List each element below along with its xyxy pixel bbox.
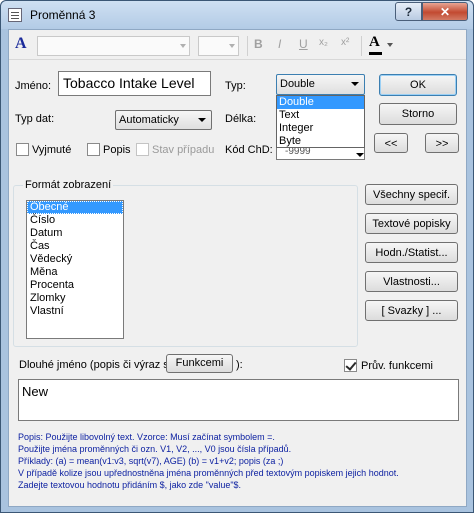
- case-state-checkbox: [136, 143, 149, 156]
- text-labels-button[interactable]: Textové popisky: [365, 213, 458, 234]
- format-item-custom[interactable]: Vlastní: [27, 305, 123, 318]
- type-option-double[interactable]: Double: [277, 96, 364, 109]
- chevron-down-icon[interactable]: [356, 153, 364, 157]
- window-icon: [8, 8, 22, 22]
- type-combo[interactable]: Double: [276, 74, 365, 95]
- window-title: Proměnná 3: [30, 8, 96, 22]
- properties-button[interactable]: Vlastnosti...: [365, 271, 458, 292]
- format-group-label: Formát zobrazení: [23, 179, 114, 191]
- length-label: Délka:: [225, 113, 257, 125]
- chevron-down-icon: [198, 118, 206, 122]
- all-specs-button[interactable]: Všechny specif.: [365, 184, 458, 205]
- format-item-currency[interactable]: Měna: [27, 266, 123, 279]
- chevron-down-icon: [351, 82, 359, 86]
- links-button[interactable]: [ Svazky ] ...: [365, 300, 458, 321]
- name-label: Jméno:: [15, 80, 52, 92]
- font-color-icon[interactable]: A: [369, 34, 380, 51]
- previous-variable-button[interactable]: <<: [374, 133, 408, 153]
- toolbar-divider: [361, 36, 362, 56]
- help-text-line: Zadejte textovou hodnotu přidáním $, jak…: [18, 480, 242, 490]
- close-button[interactable]: ✕: [422, 2, 468, 21]
- type-dropdown-list[interactable]: Double Text Integer Byte: [276, 95, 365, 148]
- help-text-line: V případě kolize jsou upřednostněna jmén…: [18, 468, 399, 478]
- excluded-checkbox[interactable]: [16, 143, 29, 156]
- font-size-combo[interactable]: [198, 36, 239, 56]
- chevron-down-icon[interactable]: [387, 43, 393, 47]
- type-option-byte[interactable]: Byte: [277, 135, 364, 148]
- format-item-percent[interactable]: Procenta: [27, 279, 123, 292]
- help-text-line: Použijte jména proměnných či ozn. V1, V2…: [18, 444, 292, 454]
- type-option-text[interactable]: Text: [277, 109, 364, 122]
- type-label: Typ:: [225, 80, 246, 92]
- excluded-label: Vyjmuté: [32, 144, 72, 156]
- help-text-line: Příklady: (a) = mean(v1:v3, sqrt(v7), AG…: [18, 456, 284, 466]
- title-bar[interactable]: Proměnná 3 ? ✕: [1, 1, 473, 29]
- type-combo-value: Double: [280, 78, 315, 90]
- long-name-label: Dlouhé jméno (popis či výraz s: [19, 359, 169, 371]
- format-item-number[interactable]: Číslo: [27, 214, 123, 227]
- superscript-button[interactable]: x²: [341, 37, 349, 48]
- type-option-integer[interactable]: Integer: [277, 122, 364, 135]
- code-input[interactable]: -9999: [276, 147, 365, 160]
- functions-checkbox[interactable]: [344, 359, 357, 372]
- data-type-combo[interactable]: Automaticky: [115, 110, 212, 130]
- data-type-label: Typ dat:: [15, 113, 55, 125]
- case-state-label: Stav případu: [152, 144, 215, 156]
- functions-button[interactable]: Funkcemi: [166, 354, 233, 373]
- format-toolbar: A B I U x₂ x² A: [9, 30, 466, 60]
- dialog-client-area: A B I U x₂ x² A Jméno: Tobacco Intake Le…: [8, 29, 467, 507]
- underline-button[interactable]: U: [299, 37, 308, 51]
- long-name-label-suffix: ):: [236, 359, 243, 371]
- chevron-down-icon: [229, 44, 235, 48]
- font-icon[interactable]: A: [15, 35, 27, 53]
- subscript-button[interactable]: x₂: [319, 37, 328, 48]
- format-item-general[interactable]: Obecné: [27, 201, 123, 214]
- chevron-down-icon: [180, 44, 186, 48]
- font-color-swatch: [369, 52, 382, 55]
- toolbar-divider: [247, 36, 248, 56]
- format-item-date[interactable]: Datum: [27, 227, 123, 240]
- font-name-combo[interactable]: [37, 36, 190, 56]
- help-button[interactable]: ?: [395, 2, 422, 21]
- help-text-line: Popis: Použijte libovolný text. Vzorce: …: [18, 432, 275, 442]
- dialog-window: Proměnná 3 ? ✕ A B I U x₂ x² A Jméno: To…: [0, 0, 474, 513]
- code-label: Kód ChD:: [225, 144, 273, 156]
- values-stats-button[interactable]: Hodn./Statist...: [365, 242, 458, 263]
- ok-button[interactable]: OK: [379, 74, 457, 96]
- cancel-button[interactable]: Storno: [379, 103, 457, 125]
- bold-button[interactable]: B: [254, 37, 263, 51]
- italic-button[interactable]: I: [278, 37, 281, 51]
- functions-checkbox-label: Prův. funkcemi: [361, 360, 433, 372]
- next-variable-button[interactable]: >>: [425, 133, 459, 153]
- format-item-time[interactable]: Čas: [27, 240, 123, 253]
- long-name-textarea[interactable]: New: [18, 379, 459, 421]
- label-checkbox[interactable]: [87, 143, 100, 156]
- name-input[interactable]: Tobacco Intake Level: [58, 71, 211, 96]
- format-item-fraction[interactable]: Zlomky: [27, 292, 123, 305]
- data-type-value: Automaticky: [119, 114, 179, 126]
- format-item-scientific[interactable]: Vědecký: [27, 253, 123, 266]
- format-listbox[interactable]: Obecné Číslo Datum Čas Vědecký Měna Proc…: [26, 200, 124, 339]
- label-checkbox-label: Popis: [103, 144, 131, 156]
